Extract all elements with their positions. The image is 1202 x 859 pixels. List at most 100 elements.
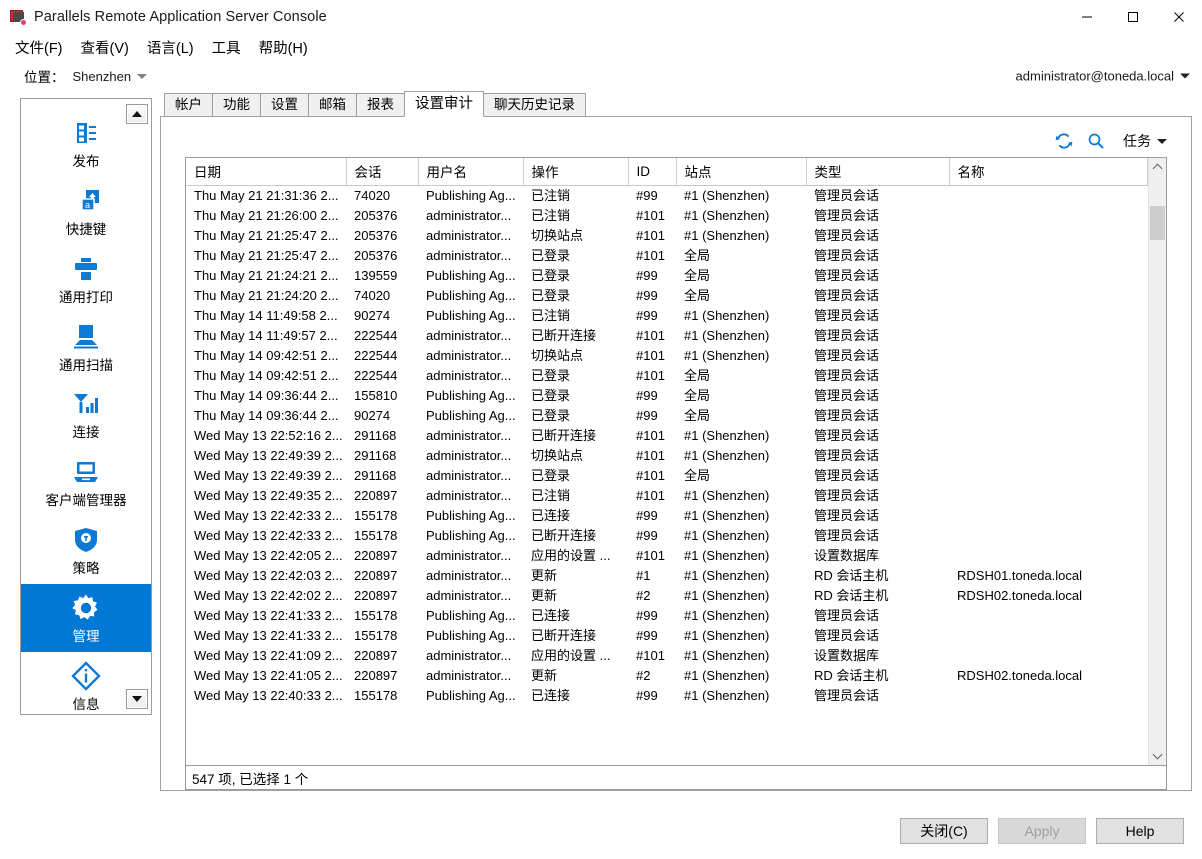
table-row[interactable]: Thu May 14 09:42:51 2... 222544 administra… <box>186 366 1148 386</box>
table-row[interactable]: Thu May 21 21:25:47 2... 205376 administra… <box>186 226 1148 246</box>
col-header-type[interactable]: 类型 <box>806 158 950 186</box>
table-row[interactable]: Thu May 21 21:25:47 2... 205376 administra… <box>186 246 1148 266</box>
table-row[interactable]: Wed May 13 22:41:09 2... 220897 administra… <box>186 646 1148 666</box>
scroll-track[interactable] <box>1149 176 1166 747</box>
tab-settings[interactable]: 设置 <box>260 93 309 116</box>
table-row[interactable]: Wed May 13 22:41:33 2... 155178 Publishing… <box>186 626 1148 646</box>
col-header-username[interactable]: 用户名 <box>418 158 524 186</box>
cell-id: #101 <box>636 488 665 503</box>
close-icon[interactable] <box>1156 0 1202 34</box>
scroll-up-icon[interactable] <box>1149 158 1166 176</box>
scroll-down-icon[interactable] <box>1149 747 1166 765</box>
close-button[interactable]: 关闭(C) <box>900 818 988 844</box>
table-row[interactable]: Wed May 13 22:41:05 2... 220897 administra… <box>186 666 1148 686</box>
window-title: Parallels Remote Application Server Cons… <box>34 9 327 25</box>
table-row[interactable]: Thu May 21 21:24:20 2... 74020 Publishing … <box>186 286 1148 306</box>
cell-name <box>949 686 1148 706</box>
cell-site: #1 (Shenzhen) <box>684 688 770 703</box>
grid-vertical-scrollbar[interactable] <box>1148 158 1166 765</box>
table-row[interactable]: Thu May 14 11:49:58 2... 90274 Publishing … <box>186 306 1148 326</box>
table-row[interactable]: Thu May 21 21:26:00 2... 205376 administra… <box>186 206 1148 226</box>
cell-session: 74020 <box>354 288 391 303</box>
cell-site: #1 (Shenzhen) <box>684 428 770 443</box>
user-account-menu[interactable]: administrator@toneda.local <box>1016 69 1190 84</box>
cell-site: #1 (Shenzhen) <box>684 208 770 223</box>
scroll-thumb[interactable] <box>1150 206 1165 240</box>
cell-username: Publishing Ag... <box>426 388 516 403</box>
col-header-site[interactable]: 站点 <box>676 158 807 186</box>
location-bar: 位置： Shenzhen administrator@toneda.local <box>0 60 1202 92</box>
menu-view[interactable]: 查看(V) <box>72 34 138 61</box>
table-row[interactable]: Thu May 14 09:36:44 2... 155810 Publishing… <box>186 386 1148 406</box>
table-row[interactable]: Wed May 13 22:42:05 2... 220897 administra… <box>186 546 1148 566</box>
sidebar-item-universal-scanning[interactable]: 通用扫描 <box>21 313 151 381</box>
cell-username: administrator... <box>426 448 512 463</box>
col-header-id[interactable]: ID <box>628 158 677 186</box>
col-header-operation[interactable]: 操作 <box>523 158 629 186</box>
col-header-date[interactable]: 日期 <box>186 158 347 186</box>
tab-mailbox[interactable]: 邮箱 <box>308 93 357 116</box>
table-row[interactable]: Wed May 13 22:41:33 2... 155178 Publishing… <box>186 606 1148 626</box>
col-header-name[interactable]: 名称 <box>949 158 1148 186</box>
table-row[interactable]: Thu May 14 09:36:44 2... 90274 Publishing … <box>186 406 1148 426</box>
table-row[interactable]: Thu May 21 21:31:36 2... 74020 Publishing … <box>186 186 1148 207</box>
sidebar-scroll-up-button[interactable] <box>126 104 148 124</box>
task-dropdown[interactable]: 任务 <box>1123 131 1167 151</box>
cell-type: 管理员会话 <box>814 248 880 263</box>
table-row[interactable]: Thu May 21 21:24:21 2... 139559 Publishing… <box>186 266 1148 286</box>
cell-date: Wed May 13 22:41:33 2... <box>194 608 343 623</box>
menu-help[interactable]: 帮助(H) <box>250 34 317 61</box>
sidebar-item-connection[interactable]: 连接 <box>21 380 151 448</box>
tab-reports[interactable]: 报表 <box>356 93 405 116</box>
table-row[interactable]: Wed May 13 22:40:33 2... 155178 Publishing… <box>186 686 1148 706</box>
cell-operation: 已登录 <box>531 468 571 483</box>
cell-operation: 更新 <box>531 588 558 603</box>
cell-date: Wed May 13 22:41:09 2... <box>194 648 343 663</box>
tab-accounts[interactable]: 帐户 <box>164 93 213 116</box>
table-row[interactable]: Thu May 14 11:49:57 2... 222544 administra… <box>186 326 1148 346</box>
cell-site: 全局 <box>684 388 711 403</box>
sidebar-item-client-manager[interactable]: 客户端管理器 <box>21 448 151 516</box>
cell-type: 管理员会话 <box>814 428 880 443</box>
sidebar-item-universal-printing[interactable]: 通用打印 <box>21 245 151 313</box>
cell-name <box>949 646 1148 666</box>
table-row[interactable]: Thu May 14 09:42:51 2... 222544 administra… <box>186 346 1148 366</box>
cell-name <box>949 286 1148 306</box>
menu-language[interactable]: 语言(L) <box>138 34 203 61</box>
table-row[interactable]: Wed May 13 22:49:39 2... 291168 administra… <box>186 466 1148 486</box>
sidebar-scroll-down-button[interactable] <box>126 689 148 709</box>
table-row[interactable]: Wed May 13 22:49:39 2... 291168 administra… <box>186 446 1148 466</box>
cell-session: 155178 <box>354 688 398 703</box>
table-row[interactable]: Wed May 13 22:42:33 2... 155178 Publishing… <box>186 526 1148 546</box>
cell-type: 管理员会话 <box>814 368 880 383</box>
cell-date: Thu May 14 09:36:44 2... <box>194 388 339 403</box>
table-row[interactable]: Wed May 13 22:52:16 2... 291168 administra… <box>186 426 1148 446</box>
table-row[interactable]: Wed May 13 22:42:03 2... 220897 administra… <box>186 566 1148 586</box>
cell-session: 220897 <box>354 668 398 683</box>
sidebar-item-administration[interactable]: 管理 <box>21 583 151 652</box>
cell-type: RD 会话主机 <box>814 568 889 583</box>
cell-username: Publishing Ag... <box>426 268 516 283</box>
menu-tools[interactable]: 工具 <box>203 34 250 61</box>
sidebar-item-policy[interactable]: 策略 <box>21 516 151 584</box>
table-row[interactable]: Wed May 13 22:49:35 2... 220897 administra… <box>186 486 1148 506</box>
cell-id: #99 <box>636 608 658 623</box>
location-selector[interactable]: Shenzhen <box>73 69 148 84</box>
tab-chat-history[interactable]: 聊天历史记录 <box>483 93 586 116</box>
cell-site: 全局 <box>684 408 711 423</box>
publish-icon <box>66 115 106 151</box>
tab-settings-audit[interactable]: 设置审计 <box>404 91 484 117</box>
search-icon[interactable] <box>1085 130 1107 152</box>
minimize-icon[interactable] <box>1064 0 1110 34</box>
table-row[interactable]: Wed May 13 22:42:02 2... 220897 administra… <box>186 586 1148 606</box>
cell-site: #1 (Shenzhen) <box>684 668 770 683</box>
refresh-icon[interactable] <box>1053 130 1075 152</box>
help-button[interactable]: Help <box>1096 818 1184 844</box>
menu-file[interactable]: 文件(F) <box>6 34 72 61</box>
col-header-session[interactable]: 会话 <box>346 158 419 186</box>
tab-features[interactable]: 功能 <box>212 93 261 116</box>
table-row[interactable]: Wed May 13 22:42:33 2... 155178 Publishing… <box>186 506 1148 526</box>
sidebar-item-shortcut[interactable]: a 快捷键 <box>21 177 151 245</box>
maximize-icon[interactable] <box>1110 0 1156 34</box>
grid-main: 日期 会话 用户名 操作 ID 站点 类型 名称 Thu May 21 21:3… <box>186 158 1166 765</box>
